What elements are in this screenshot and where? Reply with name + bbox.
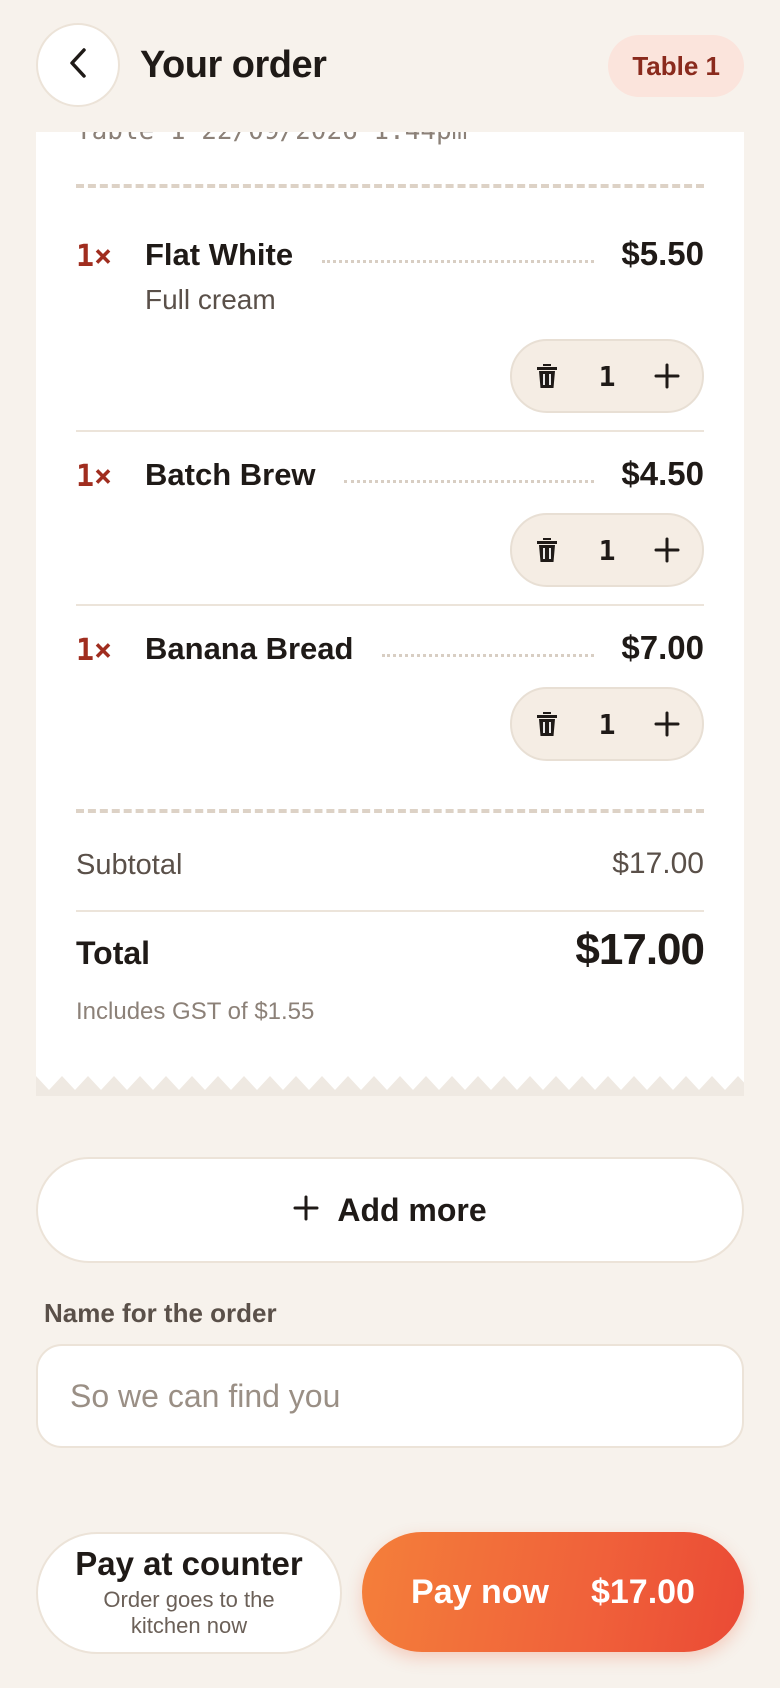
quantity-value: 1 <box>598 533 616 567</box>
pay-at-counter-subtitle: Order goes to the kitchen now <box>103 1586 275 1639</box>
item-name: Batch Brew <box>145 457 316 492</box>
item-leader <box>344 480 594 483</box>
quantity-value: 1 <box>598 707 616 741</box>
trash-icon[interactable] <box>532 709 562 739</box>
item-name: Banana Bread <box>145 631 354 666</box>
pay-at-counter-button[interactable]: Pay at counter Order goes to the kitchen… <box>36 1532 342 1654</box>
item-qty-mark: 1× <box>76 239 113 274</box>
order-page: Table 1 22/09/2026 1:44pm 1× Flat White … <box>0 0 780 1688</box>
add-more-button[interactable]: Add more <box>36 1157 744 1263</box>
plus-icon <box>293 1192 319 1229</box>
plus-icon[interactable] <box>652 709 682 739</box>
page-title: Your order <box>140 44 327 86</box>
item-leader <box>322 260 594 263</box>
pay-now-label: Pay now <box>411 1572 549 1611</box>
name-field-label: Name for the order <box>44 1298 277 1328</box>
pay-now-button[interactable]: Pay now $17.00 <box>362 1532 744 1652</box>
item-price: $7.00 <box>621 629 704 666</box>
add-more-label: Add more <box>337 1191 487 1228</box>
item-qty-mark: 1× <box>76 459 113 494</box>
quantity-stepper: 1 <box>510 687 704 761</box>
item-modifier: Full cream <box>145 284 276 315</box>
app-header: Your order Table 1 <box>0 0 780 132</box>
total-label: Total <box>76 935 151 971</box>
total-separator <box>76 910 704 912</box>
trash-icon[interactable] <box>532 361 562 391</box>
chevron-left-icon <box>65 46 91 85</box>
item-separator <box>76 604 704 606</box>
plus-icon[interactable] <box>652 361 682 391</box>
item-price: $4.50 <box>621 455 704 492</box>
item-price: $5.50 <box>621 235 704 272</box>
table-badge: Table 1 <box>608 35 744 97</box>
quantity-stepper: 1 <box>510 513 704 587</box>
item-name: Flat White <box>145 237 294 272</box>
back-button[interactable] <box>36 23 120 107</box>
receipt-divider-bottom <box>76 809 704 813</box>
item-leader <box>382 654 594 657</box>
plus-icon[interactable] <box>652 535 682 565</box>
quantity-value: 1 <box>598 359 616 393</box>
receipt-torn-edge <box>36 1076 744 1096</box>
subtotal-label: Subtotal <box>76 849 183 881</box>
order-receipt: Table 1 22/09/2026 1:44pm 1× Flat White … <box>36 116 744 1076</box>
item-separator <box>76 430 704 432</box>
subtotal-value: $17.00 <box>612 847 704 880</box>
pay-at-counter-title: Pay at counter <box>75 1545 303 1583</box>
item-qty-mark: 1× <box>76 633 113 668</box>
trash-icon[interactable] <box>532 535 562 565</box>
quantity-stepper: 1 <box>510 339 704 413</box>
total-value: $17.00 <box>575 925 705 974</box>
name-input[interactable] <box>36 1344 744 1448</box>
receipt-divider-top <box>76 184 704 188</box>
gst-note: Includes GST of $1.55 <box>76 998 315 1025</box>
pay-now-amount: $17.00 <box>590 1572 695 1611</box>
